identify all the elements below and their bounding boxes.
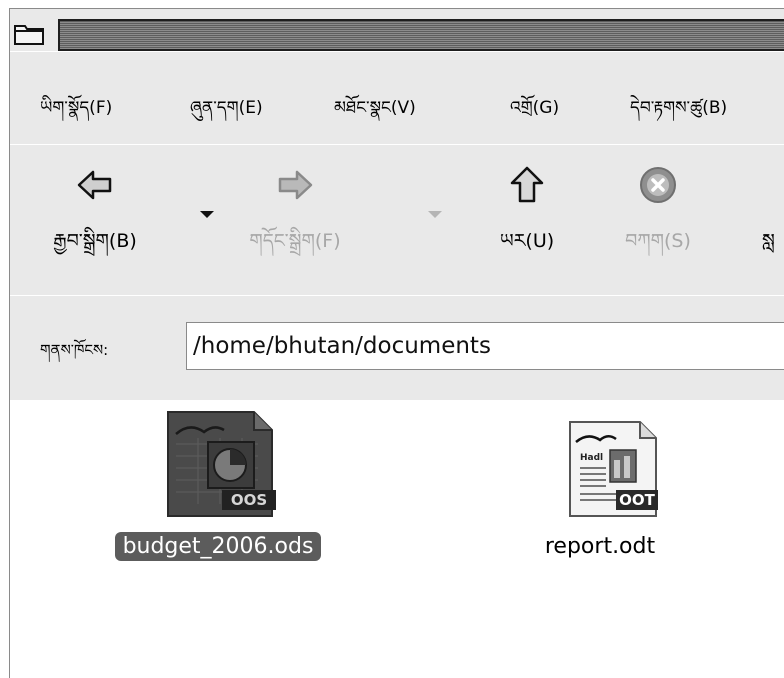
menu-go[interactable]: འགྲོ(G) (510, 88, 559, 136)
forward-button[interactable]: གདོང་སྒྲིག(F) (230, 165, 360, 273)
location-bar: གནས་ཁོངས: (10, 295, 784, 401)
menu-view[interactable]: མཐོང་སྣང(V) (334, 88, 416, 136)
svg-text:Hadl: Hadl (580, 453, 603, 463)
up-label: ཡར(U) (499, 230, 555, 252)
stop-label: བཀག(S) (625, 230, 691, 252)
forward-label: གདོང་སྒྲིག(F) (249, 230, 341, 252)
menu-bookmarks[interactable]: དེབ་རྟགས་ཚུ(B) (630, 88, 727, 136)
menu-bar: ཡིག་སྣོད(F) ཞུན་དག(E) མཐོང་སྣང(V) འགྲོ(G… (10, 51, 784, 145)
up-button[interactable]: ཡར(U) (462, 165, 592, 273)
file-badge-report: OOT (619, 491, 656, 509)
back-button[interactable]: རྒྱབ་སྒྲིག(B) (30, 165, 160, 273)
file-item-report[interactable]: Hadl OOT report.odt (510, 408, 690, 561)
menu-file[interactable]: ཡིག་སྣོད(F) (40, 88, 112, 136)
file-manager-window: ཡིག་སྣོད(F) ཞུན་དག(E) མཐོང་སྣང(V) འགྲོ(G… (9, 8, 784, 678)
stop-button[interactable]: བཀག(S) (608, 165, 708, 273)
file-badge-budget: OOS (231, 491, 267, 509)
forward-history-dropdown[interactable] (428, 211, 442, 218)
back-history-dropdown[interactable] (200, 211, 214, 218)
reload-icon (762, 165, 784, 205)
reload-label: སླ (762, 230, 775, 252)
file-name-report: report.odt (544, 534, 656, 559)
menu-edit[interactable]: ཞུན་དག(E) (190, 88, 263, 136)
file-item-budget[interactable]: OOS budget_2006.ods (68, 408, 368, 561)
file-name-budget: budget_2006.ods (114, 532, 322, 561)
tool-bar: རྒྱབ་སྒྲིག(B) གདོང་སྒྲིག(F) ཡར(U) བཀག(S) (10, 144, 784, 296)
text-document-file-icon: Hadl OOT (569, 421, 658, 517)
title-stripe (58, 19, 784, 51)
up-arrow-icon (510, 166, 544, 203)
back-arrow-icon (77, 170, 112, 200)
folder-icon (14, 25, 44, 45)
back-label: རྒྱབ་སྒྲིག(B) (53, 230, 137, 252)
spreadsheet-file-icon: OOS (167, 411, 276, 517)
location-label: གནས་ཁོངས: (40, 341, 109, 359)
file-view[interactable]: OOS budget_2006.ods Hadl OOT report.odt (10, 400, 784, 678)
reload-button[interactable]: སླ (762, 165, 784, 273)
stop-icon (640, 167, 676, 203)
forward-arrow-icon (278, 170, 313, 200)
title-bar[interactable] (10, 9, 784, 51)
location-input[interactable] (186, 322, 784, 370)
